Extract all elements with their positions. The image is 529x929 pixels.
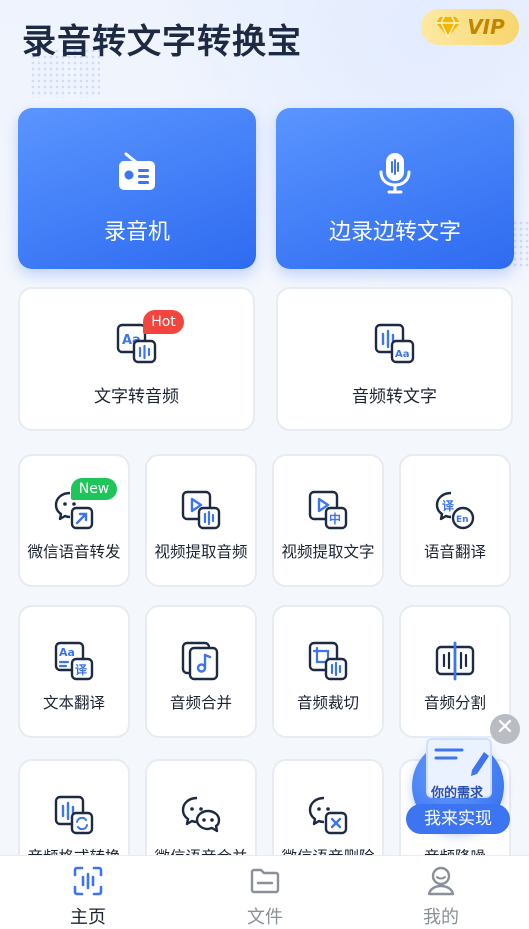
vip-button[interactable]: VIP [421,9,519,45]
video-extract-audio-icon [181,490,221,530]
tool-audio-merge[interactable]: 音频合并 [145,605,257,738]
tool-video-extract-text[interactable]: 中 视频提取文字 [272,454,384,587]
tool-label: 语音翻译 [423,543,486,561]
tool-wechat-merge[interactable]: 微信语音合并 [145,759,257,855]
home-scan-icon [73,866,103,896]
text-to-audio-card[interactable]: Aa 文字转音频 [18,287,255,431]
diamond-icon [436,16,461,38]
recorder-label: 录音机 [103,220,170,245]
tool-label: 音频合并 [169,694,232,712]
svg-text:Aa: Aa [395,349,410,360]
recorder-card[interactable]: 录音机 [18,108,256,269]
bottom-tab-bar: 主页 文件 我的 [0,855,529,929]
voice-translate-icon: 译 En [435,491,475,530]
profile-icon [427,866,455,896]
feedback-button[interactable]: 我来实现 [406,804,510,834]
vip-label: VIP [467,15,505,39]
feedback-widget[interactable]: 你的需求 我来实现 ✕ [404,714,524,836]
wechat-merge-icon [181,796,221,833]
audio-format-icon [54,795,94,835]
tool-label: 微信语音合并 [147,845,255,855]
tab-label: 文件 [247,907,283,928]
page-title: 录音转文字转换宝 [22,22,302,62]
tab-home[interactable]: 主页 [0,856,176,929]
text-to-audio-label: 文字转音频 [94,387,179,407]
tool-label: 文本翻译 [42,694,105,712]
live-transcribe-card[interactable]: 边录边转文字 [276,108,514,269]
hot-badge: Hot [143,310,184,334]
tab-label: 我的 [423,907,459,928]
tool-label: 音频裁切 [296,694,359,712]
svg-text:En: En [456,515,469,525]
tool-label: 音频分割 [423,694,486,712]
tool-voice-translate[interactable]: 译 En 语音翻译 [399,454,511,587]
tool-label: 视频提取文字 [281,543,375,561]
tab-profile[interactable]: 我的 [353,856,529,929]
tool-wechat-forward[interactable]: 微信语音转发 [18,454,130,587]
live-transcribe-label: 边录边转文字 [328,220,461,245]
tool-wechat-delete[interactable]: 微信语音删除 [272,759,384,855]
tool-label: 视频提取音频 [154,543,248,561]
audio-crop-icon [308,641,348,681]
audio-split-icon [435,641,475,681]
wechat-delete-icon [308,796,348,835]
audio-to-text-icon: Aa [374,323,414,364]
svg-text:中: 中 [329,511,341,526]
tool-audio-crop[interactable]: 音频裁切 [272,605,384,738]
folder-icon [250,868,280,894]
video-extract-text-icon: 中 [308,490,348,530]
svg-text:译: 译 [75,663,88,677]
tool-label: 微信语音转发 [27,543,121,561]
tool-label: 音频降噪 [401,845,509,855]
text-translate-icon: Aa 译 [54,641,94,681]
tool-text-translate[interactable]: Aa 译 文本翻译 [18,605,130,738]
audio-to-text-card[interactable]: Aa 音频转文字 [276,287,513,431]
tab-label: 主页 [70,907,106,928]
tool-audio-format[interactable]: 音频格式转换 [18,759,130,855]
svg-text:Aa: Aa [59,646,75,659]
svg-text:译: 译 [442,499,455,513]
tool-video-extract-audio[interactable]: 视频提取音频 [145,454,257,587]
tool-label: 音频格式转换 [20,845,128,855]
audio-to-text-label: 音频转文字 [352,387,437,407]
audio-merge-icon [181,641,219,681]
microphone-icon [379,153,411,194]
tab-files[interactable]: 文件 [177,856,353,929]
close-icon[interactable]: ✕ [490,714,520,744]
new-badge: New [71,478,117,500]
tool-label: 微信语音删除 [274,845,382,855]
feedback-need-text: 你的需求 [430,786,483,801]
radio-recorder-icon [119,152,155,190]
